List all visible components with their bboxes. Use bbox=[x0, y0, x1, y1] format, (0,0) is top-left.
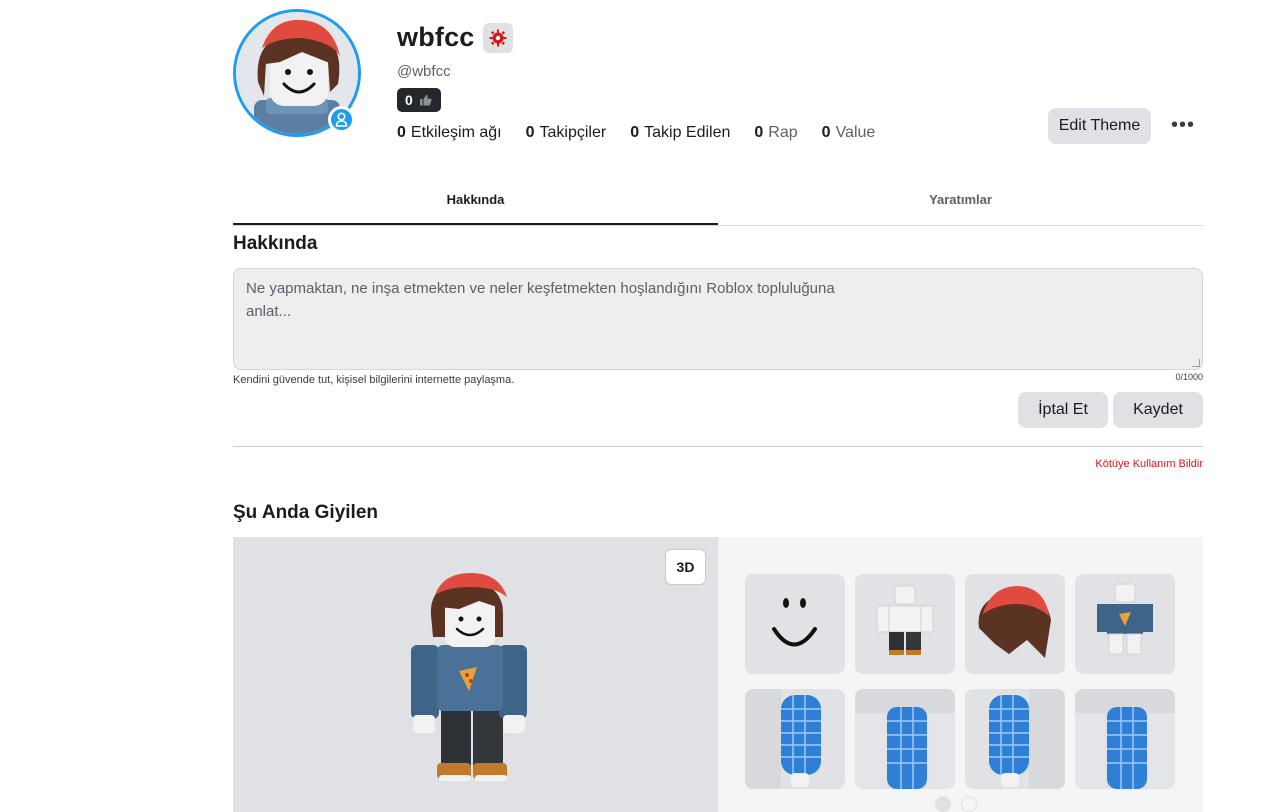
wearing-item-right-arm[interactable] bbox=[965, 689, 1065, 789]
stat-value: 0 bbox=[821, 124, 831, 141]
cancel-button[interactable]: İptal Et bbox=[1018, 392, 1108, 428]
stat-value: 0 bbox=[525, 124, 535, 141]
report-abuse-link[interactable]: Kötüye Kullanım Bildir bbox=[1060, 458, 1203, 470]
left-arm-icon bbox=[745, 689, 821, 789]
wearing-item-right-leg[interactable] bbox=[1075, 689, 1175, 789]
page-dot-active[interactable] bbox=[935, 796, 951, 812]
wearing-item-pants[interactable] bbox=[855, 574, 955, 674]
stat-label: Takipçiler bbox=[539, 124, 607, 141]
display-name: wbfcc bbox=[397, 22, 475, 52]
about-title: Hakkında bbox=[233, 233, 318, 254]
stat-value: 0 bbox=[630, 124, 640, 141]
stat-value: 0 bbox=[754, 124, 764, 141]
save-button[interactable]: Kaydet bbox=[1113, 392, 1203, 428]
stat-label: Rap bbox=[768, 124, 798, 141]
profile-stats: 0 Etkileşim ağı 0 Takipçiler 0 Takip Edilen… bbox=[397, 124, 875, 142]
about-textarea[interactable]: Ne yapmaktan, ne inşa etmekten ve neler … bbox=[233, 268, 1203, 370]
wearing-item-left-leg[interactable] bbox=[855, 689, 955, 789]
full-body-avatar-image bbox=[411, 573, 527, 781]
wearing-item-shirt[interactable] bbox=[1075, 574, 1175, 674]
about-placeholder: Ne yapmaktan, ne inşa etmekten ve neler … bbox=[246, 280, 835, 320]
page-dot[interactable] bbox=[961, 796, 977, 812]
stat-value: 0 bbox=[397, 124, 406, 141]
wearing-item-left-arm[interactable] bbox=[745, 689, 845, 789]
right-arm-icon bbox=[989, 689, 1065, 789]
left-leg-icon bbox=[855, 689, 955, 789]
stat-following[interactable]: 0 Takip Edilen bbox=[630, 124, 730, 142]
wearing-item-hair[interactable] bbox=[965, 574, 1065, 674]
stat-connections[interactable]: 0 Etkileşim ağı bbox=[397, 124, 502, 142]
online-status-icon bbox=[328, 106, 355, 133]
username: @wbfcc bbox=[397, 63, 451, 80]
pants-outfit-icon bbox=[876, 585, 934, 655]
carousel-pagination bbox=[935, 796, 977, 812]
section-divider bbox=[233, 446, 1203, 447]
more-options-icon[interactable]: ••• bbox=[1168, 112, 1198, 138]
pizza-sweater-icon bbox=[1097, 583, 1153, 655]
face-smile-icon bbox=[772, 598, 817, 647]
reputation-pill[interactable]: 0 bbox=[397, 88, 441, 112]
stat-rap: 0 Rap bbox=[754, 124, 797, 142]
profile-tabs: Hakkında Yaratımlar bbox=[233, 184, 1203, 226]
profile-avatar[interactable] bbox=[233, 9, 363, 139]
red-beanie-hair-icon bbox=[978, 586, 1051, 658]
tab-creations[interactable]: Yaratımlar bbox=[718, 184, 1203, 225]
right-leg-icon bbox=[1075, 689, 1175, 789]
edit-theme-button[interactable]: Edit Theme bbox=[1048, 108, 1151, 144]
char-count: 0/1000 bbox=[1175, 372, 1203, 382]
stat-label: Takip Edilen bbox=[644, 124, 731, 141]
verified-gear-badge-icon[interactable] bbox=[482, 22, 513, 53]
thumbs-up-icon bbox=[419, 94, 432, 106]
tab-about[interactable]: Hakkında bbox=[233, 184, 718, 225]
reputation-count: 0 bbox=[405, 92, 413, 108]
wearing-title: Şu Anda Giyilen bbox=[233, 502, 378, 523]
wearing-item-face[interactable] bbox=[745, 574, 845, 674]
stat-label: Etkileşim ağı bbox=[410, 124, 502, 141]
safety-note: Kendini güvende tut, kişisel bilgilerini… bbox=[233, 374, 515, 386]
resize-handle-icon[interactable] bbox=[1192, 359, 1200, 367]
avatar-3d-viewer[interactable] bbox=[233, 537, 718, 812]
profile-name-row: wbfcc bbox=[397, 22, 513, 53]
stat-value-total: 0 Value bbox=[822, 124, 876, 142]
toggle-3d-button[interactable]: 3D bbox=[665, 549, 706, 585]
stat-followers[interactable]: 0 Takipçiler bbox=[526, 124, 607, 142]
stat-label: Value bbox=[835, 124, 876, 141]
